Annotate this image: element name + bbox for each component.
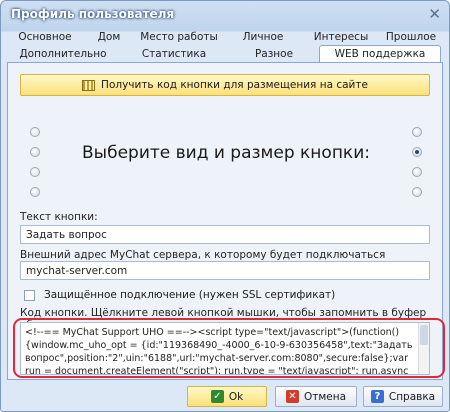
tab-lichnoe[interactable]: Личное	[223, 28, 303, 45]
tabs-row-2: Дополнительно Статистика Разное WEB подд…	[7, 45, 441, 63]
style-radio-right-4[interactable]	[412, 187, 422, 197]
tabs-row-1: Основное Дом Место работы Личное Интерес…	[7, 28, 443, 46]
server-address-input[interactable]: mychat-server.com	[20, 261, 430, 280]
style-radio-right-1[interactable]	[412, 127, 422, 137]
get-code-button[interactable]: Получить код кнопки для размещения на са…	[20, 74, 430, 96]
web-support-panel: Получить код кнопки для размещения на са…	[7, 62, 443, 380]
close-icon[interactable]: ✕	[428, 5, 441, 23]
style-radio-right-3[interactable]	[412, 167, 422, 177]
ok-button[interactable]: ✓ Ok	[187, 386, 267, 407]
tab-interesy[interactable]: Интересы	[303, 28, 379, 45]
tab-web-support[interactable]: WEB поддержка	[319, 45, 441, 62]
ssl-checkbox[interactable]	[24, 290, 35, 301]
choose-style-prompt: Выберите вид и размер кнопки:	[82, 143, 370, 163]
get-code-button-label: Получить код кнопки для размещения на са…	[101, 79, 368, 91]
tab-raznoe[interactable]: Разное	[229, 45, 319, 62]
cancel-button[interactable]: ✕ Отмена	[275, 386, 357, 407]
help-button[interactable]: ? Справка	[363, 386, 443, 407]
button-text-input[interactable]: Задать вопрос	[20, 225, 430, 244]
tab-osnovnoe[interactable]: Основное	[7, 28, 83, 45]
code-textarea[interactable]: <!--== MyChat Support UHO ==--><script t…	[20, 322, 430, 375]
code-scrollbar[interactable]	[418, 323, 429, 374]
tab-statistika[interactable]: Статистика	[119, 45, 229, 62]
tab-mesto-raboty[interactable]: Место работы	[135, 28, 223, 45]
window-title: Профиль пользователя	[11, 7, 175, 21]
help-icon: ?	[370, 390, 384, 403]
title-bar[interactable]: Профиль пользователя ✕	[1, 1, 449, 27]
tab-dom[interactable]: Дом	[83, 28, 135, 45]
button-text-label: Текст кнопки:	[20, 211, 98, 223]
grid-icon	[82, 79, 96, 91]
code-scrollbar-thumb[interactable]	[420, 325, 428, 345]
profile-window: Профиль пользователя ✕ Основное Дом Мест…	[0, 0, 450, 412]
style-radio-left-4[interactable]	[30, 187, 40, 197]
style-radio-left-3[interactable]	[30, 167, 40, 177]
cancel-icon: ✕	[285, 390, 299, 403]
code-text: <!--== MyChat Support UHO ==--><script t…	[25, 327, 413, 375]
help-button-label: Справка	[388, 390, 436, 403]
check-icon: ✓	[210, 390, 224, 403]
ok-button-label: Ok	[228, 390, 244, 403]
style-radio-left-1[interactable]	[30, 127, 40, 137]
ssl-checkbox-label: Защищённое подключение (нужен SSL сертиф…	[44, 289, 336, 301]
tab-dopolnitelno[interactable]: Дополнительно	[7, 45, 119, 62]
tab-proshloe[interactable]: Прошлое	[379, 28, 443, 45]
cancel-button-label: Отмена	[303, 390, 347, 403]
